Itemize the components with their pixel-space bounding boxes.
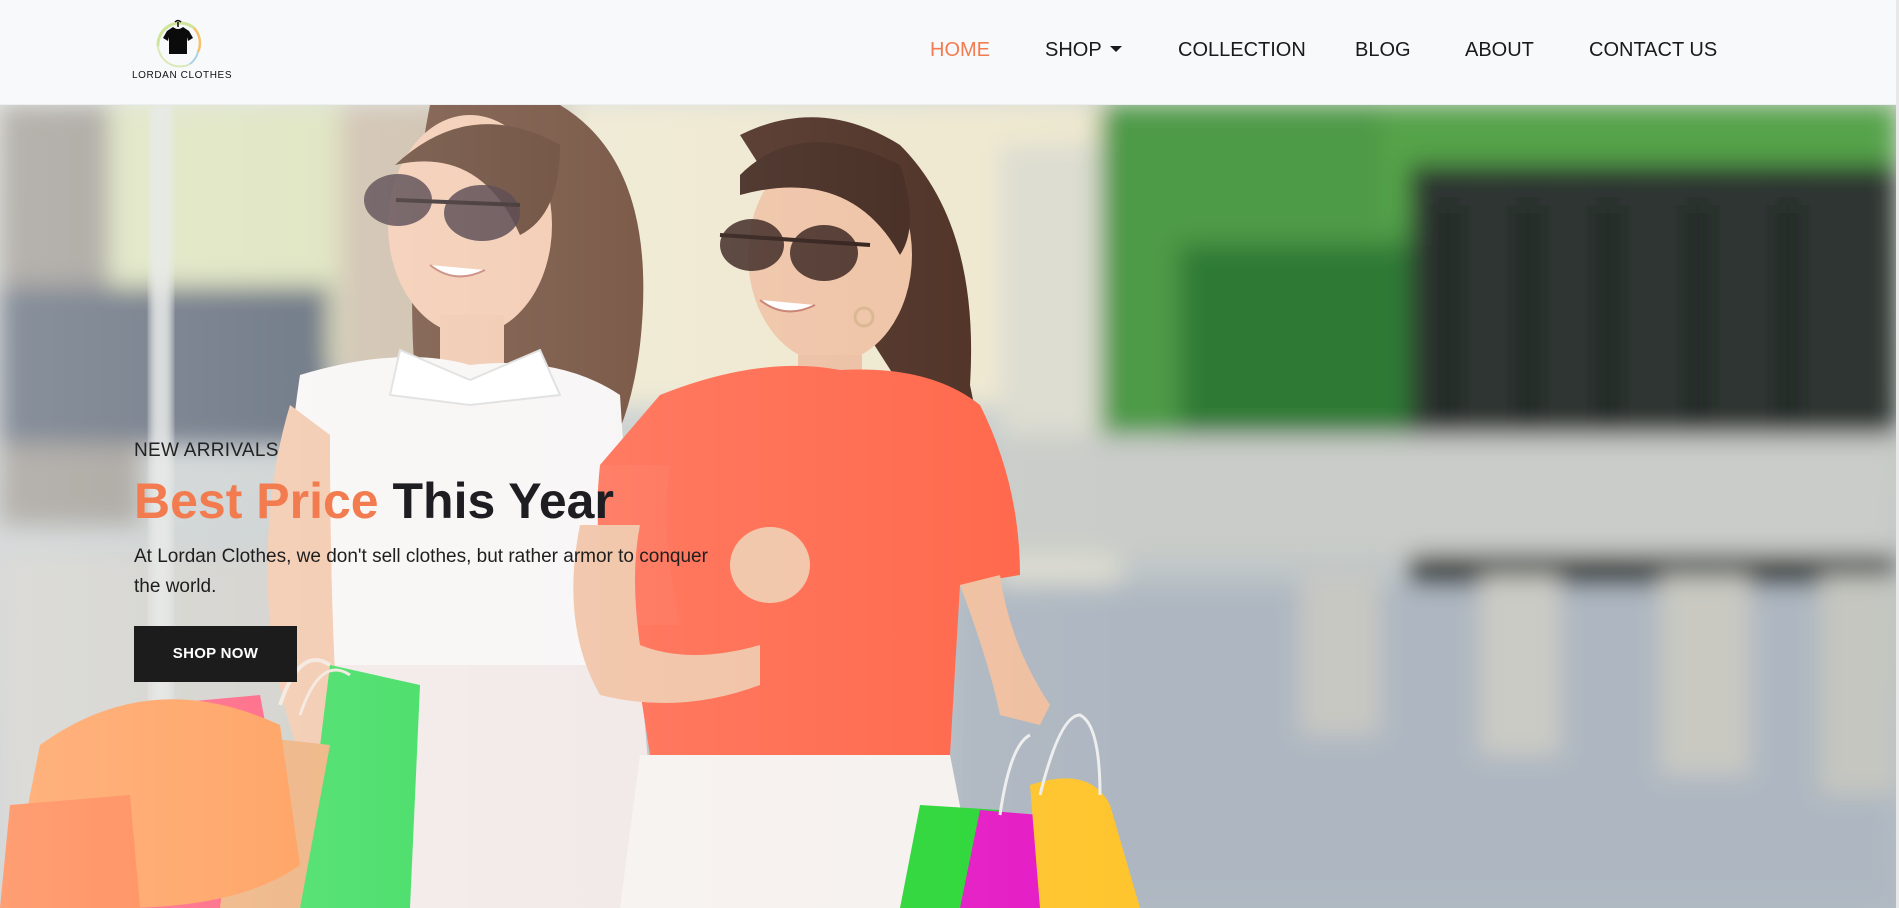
hero-section: NEW ARRIVALS Best Price This Year At Lor… <box>0 105 1896 908</box>
nav-item-shop-label: SHOP <box>1045 39 1102 61</box>
nav-item-shop[interactable]: SHOP <box>1045 38 1122 62</box>
nav-item-about[interactable]: ABOUT <box>1465 38 1534 62</box>
shop-now-button[interactable]: SHOP NOW <box>134 626 297 682</box>
hero-eyebrow: NEW ARRIVALS <box>134 440 279 461</box>
nav-item-contact-us[interactable]: CONTACT US <box>1589 38 1717 62</box>
caret-down-icon <box>1109 46 1122 52</box>
page: LORDAN CLOTHES HOME SHOP COLLECTION BLOG… <box>0 0 1899 908</box>
hero-description: At Lordan Clothes, we don't sell clothes… <box>134 546 708 597</box>
headline-rest: This Year <box>392 473 614 529</box>
brand-name: LORDAN CLOTHES <box>132 70 233 81</box>
nav-item-blog[interactable]: BLOG <box>1355 38 1411 62</box>
hero-content: NEW ARRIVALS Best Price This Year At Lor… <box>134 440 754 682</box>
headline-accent: Best Price <box>134 473 379 529</box>
nav-item-home[interactable]: HOME <box>930 38 990 62</box>
nav-item-collection[interactable]: COLLECTION <box>1178 38 1306 62</box>
site-header: LORDAN CLOTHES HOME SHOP COLLECTION BLOG… <box>0 0 1896 105</box>
main-nav: HOME SHOP COLLECTION BLOG ABOUT CONTACT … <box>0 38 1896 68</box>
hero-headline: Best Price This Year <box>134 470 754 532</box>
